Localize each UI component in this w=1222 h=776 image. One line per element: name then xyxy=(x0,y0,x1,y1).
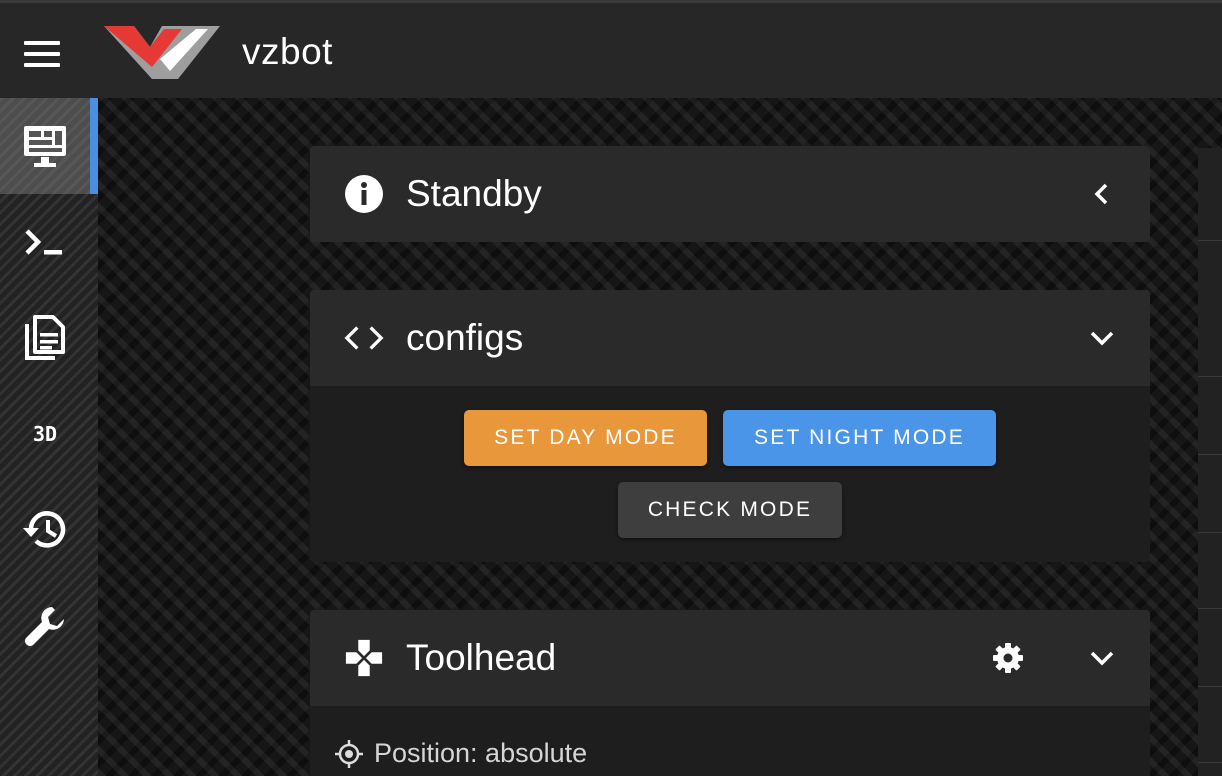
standby-panel: Standby xyxy=(310,146,1150,242)
position-row: Position: absolute xyxy=(334,738,587,769)
set-night-mode-button[interactable]: SET NIGHT MODE xyxy=(723,410,996,466)
set-day-mode-button[interactable]: SET DAY MODE xyxy=(464,410,707,466)
configs-title: configs xyxy=(406,317,524,358)
crosshairs-gps-icon xyxy=(335,739,363,768)
chevron-down-icon[interactable] xyxy=(1084,320,1120,356)
nav-machine[interactable] xyxy=(0,578,90,674)
configs-panel: configs SET DAY MODE SET NIGHT MODE CHEC… xyxy=(310,290,1150,562)
right-column-edge xyxy=(1198,148,1222,776)
nav-console[interactable] xyxy=(0,194,90,290)
position-mode-label: Position: absolute xyxy=(374,738,588,768)
info-icon xyxy=(344,174,384,214)
monitor-dashboard-icon xyxy=(24,126,66,167)
console-icon xyxy=(25,229,62,255)
history-icon xyxy=(23,511,66,548)
standby-header[interactable]: Standby xyxy=(310,146,1150,242)
wrench-icon xyxy=(24,607,65,646)
chevron-left-icon[interactable] xyxy=(1084,176,1120,212)
nav-3d-label: 3D xyxy=(32,422,58,446)
toolhead-header[interactable]: Toolhead xyxy=(310,610,1150,706)
toolhead-panel: Toolhead Position: absolute xyxy=(310,610,1150,776)
gear-icon[interactable] xyxy=(990,640,1026,676)
gamepad-icon xyxy=(344,638,384,678)
toolhead-title: Toolhead xyxy=(406,637,557,678)
code-icon xyxy=(344,318,384,358)
side-nav: 3D xyxy=(0,98,98,776)
vzbot-logo xyxy=(104,26,220,79)
nav-files[interactable] xyxy=(0,290,90,386)
nav-3d[interactable]: 3D xyxy=(0,386,90,482)
standby-title: Standby xyxy=(406,173,542,214)
chevron-down-icon[interactable] xyxy=(1084,640,1120,676)
nav-active-indicator xyxy=(90,98,98,194)
menu-icon[interactable] xyxy=(22,39,62,69)
configs-header[interactable]: configs xyxy=(310,290,1150,386)
nav-dashboard[interactable] xyxy=(0,98,90,194)
file-document-icon xyxy=(25,315,65,360)
nav-history[interactable] xyxy=(0,482,90,578)
app-title: vzbot xyxy=(242,31,333,72)
app-bar: vzbot xyxy=(0,0,1222,98)
check-mode-button[interactable]: CHECK MODE xyxy=(618,482,842,538)
